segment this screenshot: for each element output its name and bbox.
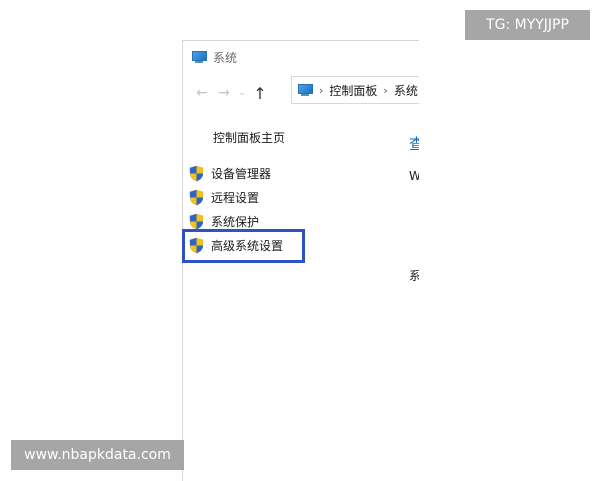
breadcrumb-system[interactable]: 系统 <box>394 82 418 99</box>
forward-button[interactable]: → <box>213 85 235 101</box>
system-window: 系统 ← → ⌄ ↑ › 控制面板 › 系统 控制面板主页 设备管理器 远程设置… <box>182 40 419 481</box>
address-bar[interactable]: › 控制面板 › 系统 <box>291 76 419 104</box>
sidebar-item-system-protection[interactable]: 系统保护 <box>189 209 283 233</box>
computer-icon <box>297 84 313 96</box>
back-button[interactable]: ← <box>191 85 213 101</box>
shield-icon <box>189 189 204 205</box>
watermark-site: www.nbapkdata.com <box>11 440 184 470</box>
navigation-bar: ← → ⌄ ↑ <box>191 81 271 105</box>
sidebar-item-label: 设备管理器 <box>211 166 272 181</box>
breadcrumb-separator: › <box>383 83 388 97</box>
sidebar-item-remote-settings[interactable]: 远程设置 <box>189 185 283 209</box>
windows-edition-text: W <box>409 169 419 183</box>
sidebar-item-device-manager[interactable]: 设备管理器 <box>189 161 283 185</box>
computer-icon <box>191 51 207 63</box>
sidebar-task-list: 设备管理器 远程设置 系统保护 高级系统设置 <box>189 161 283 257</box>
title-bar: 系统 <box>191 47 237 67</box>
sidebar-item-advanced-system-settings[interactable]: 高级系统设置 <box>189 233 283 257</box>
shield-icon <box>189 165 204 181</box>
system-section-label: 系 <box>409 267 419 284</box>
recent-locations-button[interactable]: ⌄ <box>235 88 249 98</box>
window-title: 系统 <box>213 50 238 65</box>
content-heading: 查 <box>409 133 419 154</box>
shield-icon <box>189 237 204 253</box>
up-button[interactable]: ↑ <box>249 84 271 103</box>
breadcrumb-separator: › <box>319 83 324 97</box>
sidebar-item-label: 系统保护 <box>211 214 260 229</box>
shield-icon <box>189 213 204 229</box>
breadcrumb-control-panel[interactable]: 控制面板 <box>329 82 377 99</box>
watermark-tg: TG: MYYJJPP <box>465 10 590 40</box>
sidebar-item-label: 远程设置 <box>211 190 260 205</box>
control-panel-home-link[interactable]: 控制面板主页 <box>213 129 285 146</box>
sidebar-item-label: 高级系统设置 <box>211 238 284 253</box>
